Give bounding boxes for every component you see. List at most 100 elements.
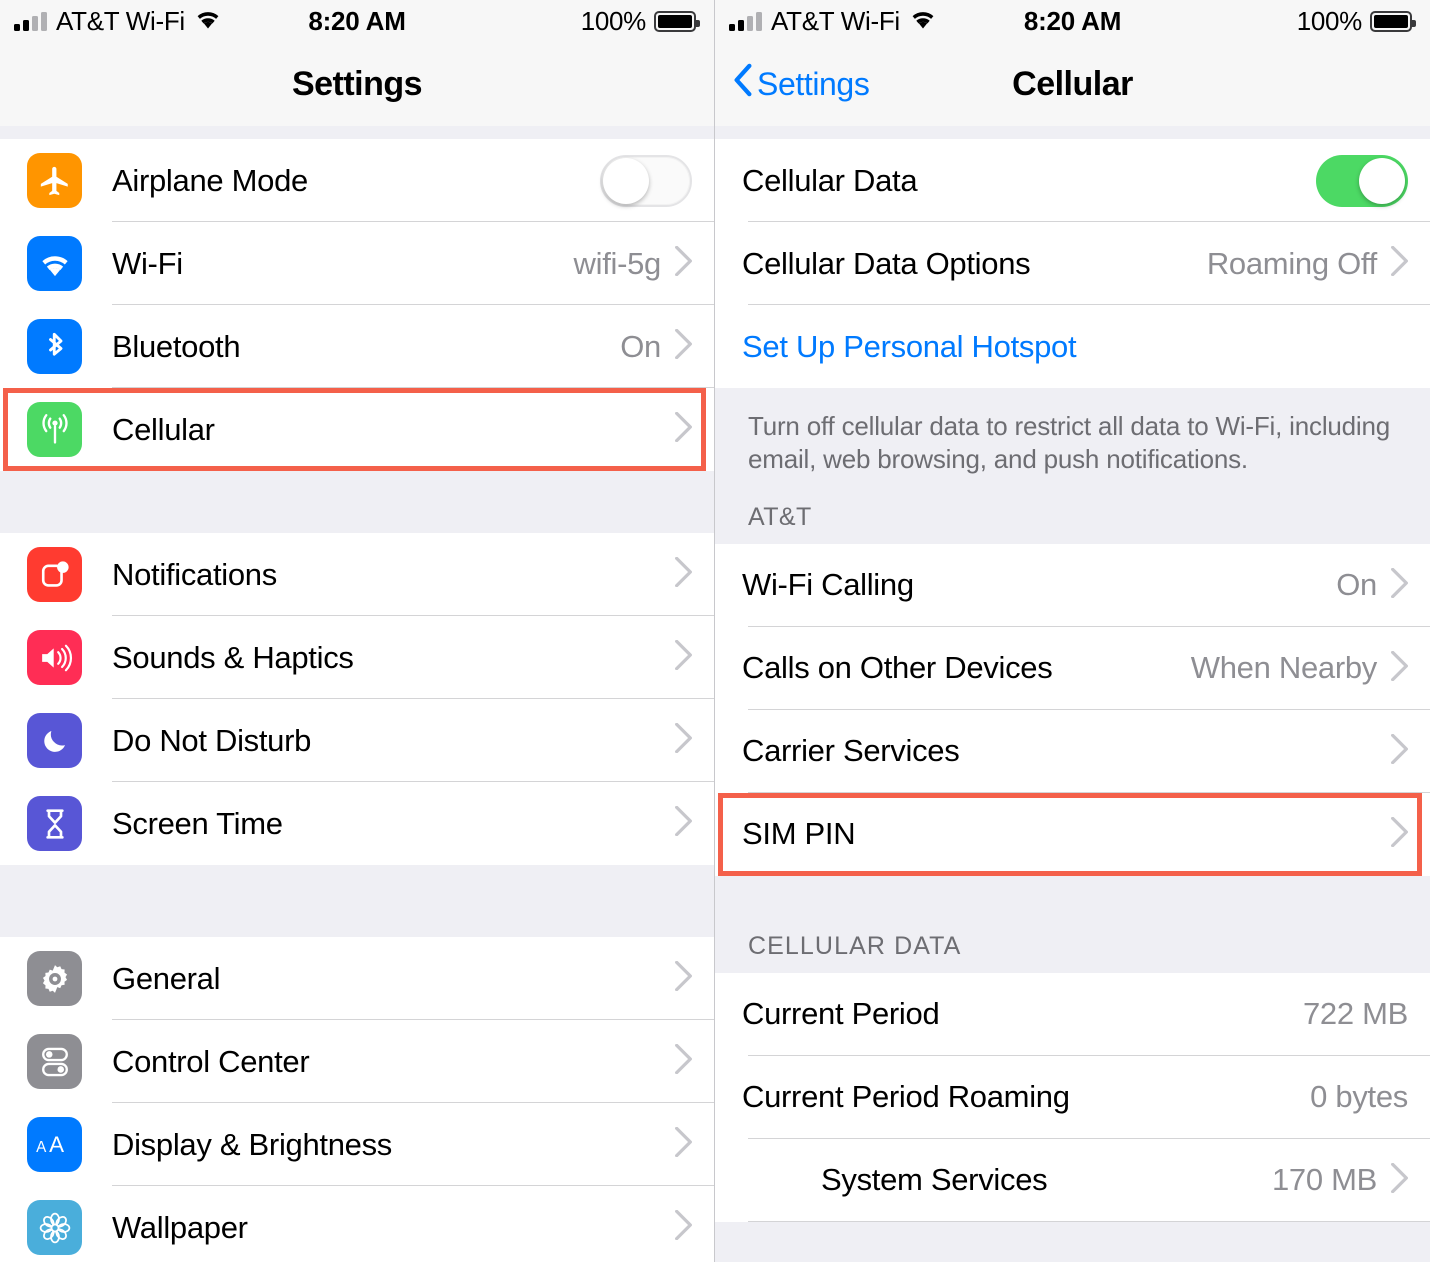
battery-full-icon (654, 10, 700, 32)
cellular-group-data: Cellular Data Cellular Data Options Roam… (715, 139, 1430, 388)
general-row-right (675, 960, 714, 996)
sidebar-item-general[interactable]: General (0, 937, 714, 1020)
current-period-value: 722 MB (1302, 996, 1408, 1032)
sidebar-item-bluetooth[interactable]: Bluetooth On (0, 305, 714, 388)
cellular-screen: AT&T Wi-Fi 8:20 AM 100% Settings Cellula… (715, 0, 1430, 1262)
settings-screen: AT&T Wi-Fi 8:20 AM 100% Settings Airplan… (0, 0, 715, 1262)
chevron-right-icon (1391, 245, 1408, 281)
notifications-row-right (675, 556, 714, 592)
row-sim-pin[interactable]: SIM PIN (715, 792, 1430, 876)
sidebar-item-sounds-haptics[interactable]: Sounds & Haptics (0, 616, 714, 699)
carrier-label: AT&T Wi-Fi (771, 5, 900, 36)
sidebar-item-wifi[interactable]: Wi-Fi wifi-5g (0, 222, 714, 305)
sidebar-item-label: Notifications (112, 556, 277, 592)
cellular-row-right (675, 411, 714, 447)
sidebar-item-label: Do Not Disturb (112, 722, 312, 758)
row-wifi-calling[interactable]: Wi-Fi Calling On (715, 543, 1430, 627)
row-label: Calls on Other Devices (742, 650, 1053, 686)
svg-text:A: A (49, 1132, 64, 1157)
sidebar-item-label: Airplane Mode (112, 162, 308, 198)
wifi-calling-value: On (1336, 567, 1377, 603)
cellular-group-usage: Current Period 722 MB Current Period Roa… (715, 972, 1430, 1222)
airplane-mode-toggle[interactable] (600, 154, 692, 207)
system-services-right: 170 MB (1272, 1162, 1430, 1198)
sidebar-item-label: Sounds & Haptics (112, 639, 354, 675)
sidebar-item-notifications[interactable]: Notifications (0, 533, 714, 616)
current-period-right: 722 MB (1303, 996, 1430, 1032)
status-bar-right: AT&T Wi-Fi 8:20 AM 100% (715, 0, 1430, 42)
chevron-right-icon (675, 1043, 692, 1079)
top-gap-left (0, 126, 714, 139)
wallpaper-flower-icon (27, 1200, 82, 1255)
wifi-icon (194, 8, 222, 34)
settings-group-connectivity: Airplane Mode Wi-Fi wifi-5g Bluetooth On… (0, 139, 714, 471)
wifi-row-right: wifi-5g (574, 246, 714, 282)
cellular-antenna-icon (27, 402, 82, 457)
carrier-label: AT&T Wi-Fi (56, 5, 185, 36)
airplane-mode-control (600, 154, 714, 207)
sidebar-item-label: Display & Brightness (112, 1126, 393, 1162)
row-label: SIM PIN (742, 816, 856, 852)
back-button-label: Settings (757, 65, 870, 102)
current-period-roaming-right: 0 bytes (1310, 1079, 1430, 1115)
sim-pin-right (1391, 816, 1430, 852)
row-carrier-services[interactable]: Carrier Services (715, 709, 1430, 793)
row-calls-on-other-devices[interactable]: Calls on Other Devices When Nearby (715, 626, 1430, 710)
speaker-icon (27, 630, 82, 685)
sidebar-item-control-center[interactable]: Control Center (0, 1020, 714, 1103)
battery-percent-label: 100% (1296, 5, 1363, 36)
nav-bar-left: Settings (0, 42, 714, 126)
cellular-data-control (1316, 154, 1430, 207)
airplane-icon (27, 153, 82, 208)
row-system-services[interactable]: System Services 170 MB (715, 1138, 1430, 1222)
sidebar-item-label: Control Center (112, 1043, 310, 1079)
signal-bars-icon (729, 11, 762, 31)
notifications-icon (27, 547, 82, 602)
sounds-row-right (675, 639, 714, 675)
status-bar-left-cluster: AT&T Wi-Fi (729, 6, 937, 37)
sidebar-item-cellular[interactable]: Cellular (0, 388, 714, 471)
chevron-right-icon (1391, 567, 1408, 603)
chevron-left-icon (733, 63, 753, 105)
group-gap-right (715, 875, 1430, 906)
bluetooth-value: On (620, 328, 661, 364)
sidebar-item-wallpaper[interactable]: Wallpaper (0, 1186, 714, 1262)
chevron-right-icon (1391, 650, 1408, 686)
moon-icon (27, 713, 82, 768)
sidebar-item-screen-time[interactable]: Screen Time (0, 782, 714, 865)
row-cellular-data-options[interactable]: Cellular Data Options Roaming Off (715, 222, 1430, 305)
wifi-icon (27, 236, 82, 291)
sidebar-item-label: Screen Time (112, 805, 283, 841)
sidebar-item-do-not-disturb[interactable]: Do Not Disturb (0, 699, 714, 782)
battery-full-icon (1370, 10, 1416, 32)
wifi-calling-right: On (1336, 567, 1430, 603)
sidebar-item-label: Bluetooth (112, 328, 241, 364)
row-label: Carrier Services (742, 733, 960, 769)
dnd-row-right (675, 722, 714, 758)
chevron-right-icon (675, 722, 692, 758)
row-label: Set Up Personal Hotspot (742, 328, 1077, 364)
chevron-right-icon (675, 328, 692, 364)
row-label: Cellular Data (742, 162, 918, 198)
cellular-group-carrier: Wi-Fi Calling On Calls on Other Devices … (715, 543, 1430, 876)
battery-percent-label: 100% (580, 5, 647, 36)
sidebar-item-airplane-mode[interactable]: Airplane Mode (0, 139, 714, 222)
sidebar-item-label: Wallpaper (112, 1209, 248, 1245)
back-button[interactable]: Settings (733, 63, 870, 105)
row-cellular-data[interactable]: Cellular Data (715, 139, 1430, 222)
display-row-right (675, 1126, 714, 1162)
row-set-up-personal-hotspot[interactable]: Set Up Personal Hotspot (715, 305, 1430, 388)
bluetooth-row-right: On (620, 329, 714, 365)
top-gap-right (715, 126, 1430, 139)
cellular-data-toggle[interactable] (1316, 154, 1408, 207)
screen-time-row-right (675, 805, 714, 841)
sidebar-item-display-brightness[interactable]: AA Display & Brightness (0, 1103, 714, 1186)
control-center-row-right (675, 1043, 714, 1079)
cellular-data-options-right: Roaming Off (1207, 246, 1430, 282)
chevron-right-icon (675, 1126, 692, 1162)
wifi-value: wifi-5g (573, 245, 662, 281)
section-header-cellular-data: CELLULAR DATA (715, 905, 1430, 973)
chevron-right-icon (1391, 1162, 1408, 1198)
row-label: Current Period Roaming (742, 1079, 1070, 1115)
settings-group-alerts: Notifications Sounds & Haptics Do Not Di… (0, 533, 714, 865)
